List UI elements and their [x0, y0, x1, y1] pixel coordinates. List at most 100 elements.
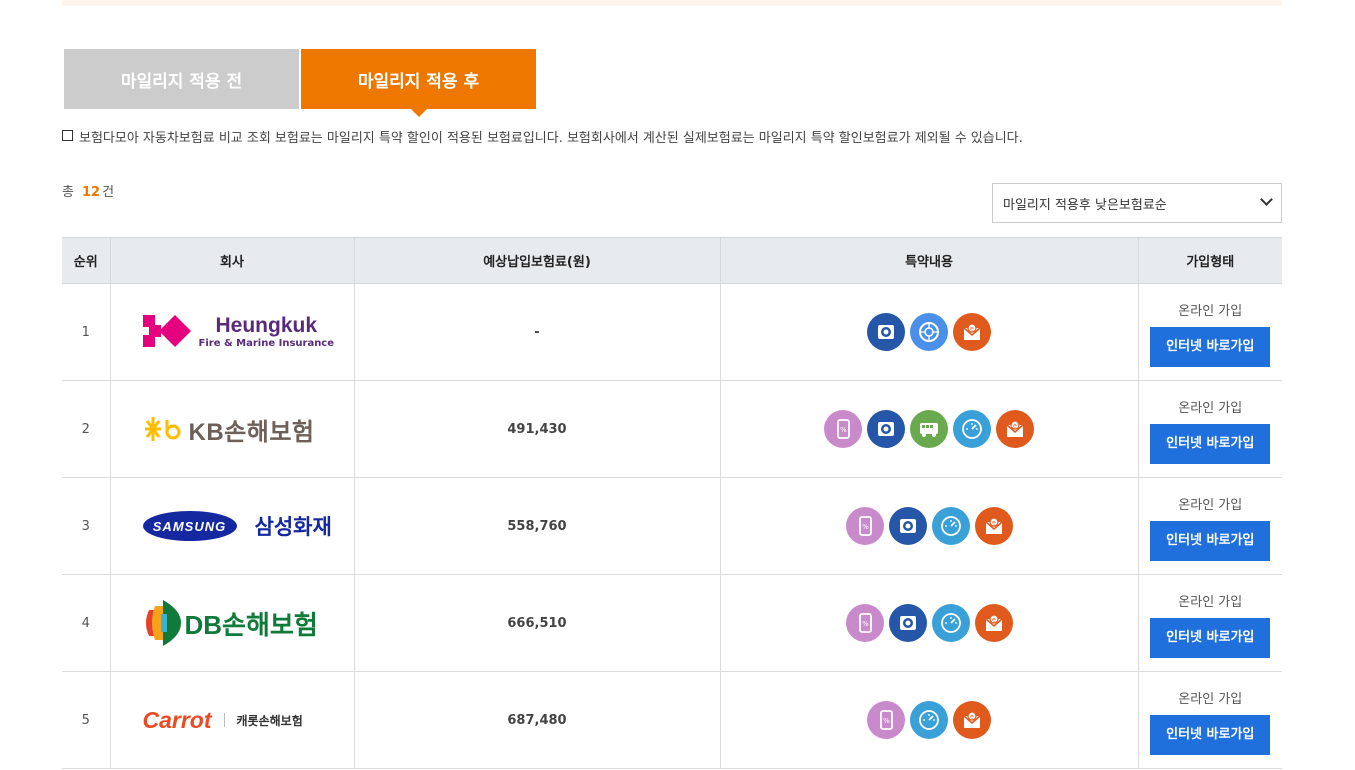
logo-divider [223, 713, 225, 727]
result-count-value: 12 [81, 185, 101, 200]
premium-cell: 558,760 [353, 477, 720, 575]
tire-icon[interactable] [910, 313, 948, 351]
online-join-button[interactable]: 인터넷 바로가입 [1150, 423, 1271, 464]
table-row: 5 Carrot 캐롯손해보험 687,480 % e 온라인 가입 인터넷 바… [62, 671, 1282, 769]
phone-discount-icon[interactable]: % [867, 701, 905, 739]
svg-text:%: % [862, 620, 869, 628]
tab-before-label: 마일리지 적용 전 [120, 71, 243, 92]
blackbox-icon[interactable] [867, 410, 905, 448]
phone-discount-icon[interactable]: % [824, 410, 862, 448]
gauge-icon[interactable] [953, 410, 991, 448]
company-subname: 캐롯손해보험 [236, 713, 303, 728]
join-cell: 온라인 가입 인터넷 바로가입 [1137, 477, 1282, 575]
special-terms-cell: % e [719, 380, 1138, 478]
tab-after-mileage[interactable]: 마일리지 적용 후 [301, 49, 536, 117]
top-strip [62, 0, 1282, 6]
join-type-label: 온라인 가입 [1178, 691, 1243, 707]
svg-text:e: e [992, 520, 996, 527]
phone-discount-icon[interactable]: % [845, 604, 884, 642]
header-join-type: 가입형태 [1137, 237, 1282, 284]
company-cell: Heungkuk Fire & Marine Insurance [109, 283, 354, 381]
premium-cell: 666,510 [353, 574, 720, 672]
result-count: 총 12 건 [62, 185, 115, 200]
join-type-label: 온라인 가입 [1178, 497, 1243, 513]
rank-cell: 1 [62, 283, 110, 381]
online-join-button[interactable]: 인터넷 바로가입 [1150, 520, 1271, 561]
join-type-label: 온라인 가입 [1178, 400, 1243, 416]
join-cell: 온라인 가입 인터넷 바로가입 [1137, 283, 1282, 381]
bus-icon[interactable] [910, 410, 948, 448]
company-name: Heungkuk [215, 314, 318, 337]
email-icon[interactable]: e [974, 604, 1013, 642]
table-row: 1 Heungkuk Fire & Marine Insurance - e 온… [62, 283, 1282, 381]
email-icon[interactable]: e [953, 313, 991, 351]
sort-selected-value: 마일리지 적용후 낮은보험료순 [1003, 197, 1167, 213]
join-type-label: 온라인 가입 [1178, 594, 1243, 610]
online-join-button[interactable]: 인터넷 바로가입 [1150, 326, 1271, 367]
special-terms-cell: % e [719, 671, 1138, 769]
svg-text:e: e [1013, 423, 1017, 430]
checkbox-bullet-icon [62, 130, 73, 141]
premium-cell: 687,480 [353, 671, 720, 769]
email-icon[interactable]: e [996, 410, 1034, 448]
online-join-button[interactable]: 인터넷 바로가입 [1150, 714, 1271, 755]
gauge-icon[interactable] [910, 701, 948, 739]
premium-cell: - [353, 283, 720, 381]
tab-before-mileage[interactable]: 마일리지 적용 전 [64, 49, 299, 109]
special-terms-cell: % e [719, 477, 1138, 575]
join-cell: 온라인 가입 인터넷 바로가입 [1137, 574, 1282, 672]
header-rank: 순위 [62, 237, 110, 284]
company-subname: Fire & Marine Insurance [198, 338, 335, 349]
blackbox-icon[interactable] [867, 313, 905, 351]
online-join-button[interactable]: 인터넷 바로가입 [1150, 617, 1271, 658]
svg-text:e: e [992, 617, 996, 624]
notice-text: 보험다모아 자동차보험료 비교 조회 보험료는 마일리지 특약 할인이 적용된 … [62, 127, 1023, 146]
special-terms-cell: % e [719, 574, 1138, 672]
premium-cell: 491,430 [353, 380, 720, 478]
rank-cell: 3 [62, 477, 110, 575]
header-special-terms: 특약내용 [719, 237, 1138, 284]
table-header-row: 순위 회사 예상납입보험료(원) 특약내용 가입형태 [62, 237, 1282, 284]
company-cell: KB손해보험 [109, 380, 354, 478]
rank-cell: 5 [62, 671, 110, 769]
tab-after-label: 마일리지 적용 후 [357, 71, 480, 92]
db-mark-icon [145, 600, 181, 646]
email-icon[interactable]: e [974, 507, 1013, 545]
join-cell: 온라인 가입 인터넷 바로가입 [1137, 380, 1282, 478]
phone-discount-icon[interactable]: % [845, 507, 884, 545]
rank-cell: 4 [62, 574, 110, 672]
insurance-comparison-table: 순위 회사 예상납입보험료(원) 특약내용 가입형태 1 Heungkuk Fi… [62, 237, 1282, 769]
chevron-down-icon [1260, 193, 1273, 206]
company-cell: DB손해보험 [109, 574, 354, 672]
company-name: 삼성화재 [254, 515, 332, 539]
table-row: 4 DB손해보험 666,510 % e 온라인 가입 인터넷 바로가입 [62, 574, 1282, 672]
heungkuk-logo: Heungkuk Fire & Marine Insurance [111, 284, 354, 380]
blackbox-icon[interactable] [888, 604, 927, 642]
blackbox-icon[interactable] [888, 507, 927, 545]
table-row: 2 KB손해보험 491,430 % e 온라인 가입 인터넷 바로가입 [62, 380, 1282, 478]
kb-star-mark-icon [144, 417, 180, 441]
header-company: 회사 [109, 237, 354, 284]
svg-text:%: % [883, 717, 890, 725]
svg-text:e: e [970, 714, 974, 721]
svg-text:%: % [862, 523, 869, 531]
join-type-label: 온라인 가입 [1178, 303, 1243, 319]
company-name: DB손해보험 [184, 609, 318, 640]
special-terms-cell: e [719, 283, 1138, 381]
kb-logo: KB손해보험 [111, 381, 354, 477]
heungkuk-mark-icon [142, 315, 191, 347]
company-cell: SAMSUNG 삼성화재 [109, 477, 354, 575]
email-icon[interactable]: e [953, 701, 991, 739]
header-premium: 예상납입보험료(원) [353, 237, 720, 284]
table-row: 3 SAMSUNG 삼성화재 558,760 % e 온라인 가입 인터넷 바로… [62, 477, 1282, 575]
gauge-icon[interactable] [931, 604, 970, 642]
rank-cell: 2 [62, 380, 110, 478]
tab-active-arrow [410, 109, 427, 117]
company-name: Carrot [142, 706, 212, 733]
samsung-logo: SAMSUNG 삼성화재 [111, 478, 354, 574]
sort-select[interactable]: 마일리지 적용후 낮은보험료순 [992, 183, 1282, 223]
company-cell: Carrot 캐롯손해보험 [109, 671, 354, 769]
gauge-icon[interactable] [931, 507, 970, 545]
carrot-logo: Carrot 캐롯손해보험 [111, 672, 354, 768]
svg-text:e: e [970, 326, 974, 333]
